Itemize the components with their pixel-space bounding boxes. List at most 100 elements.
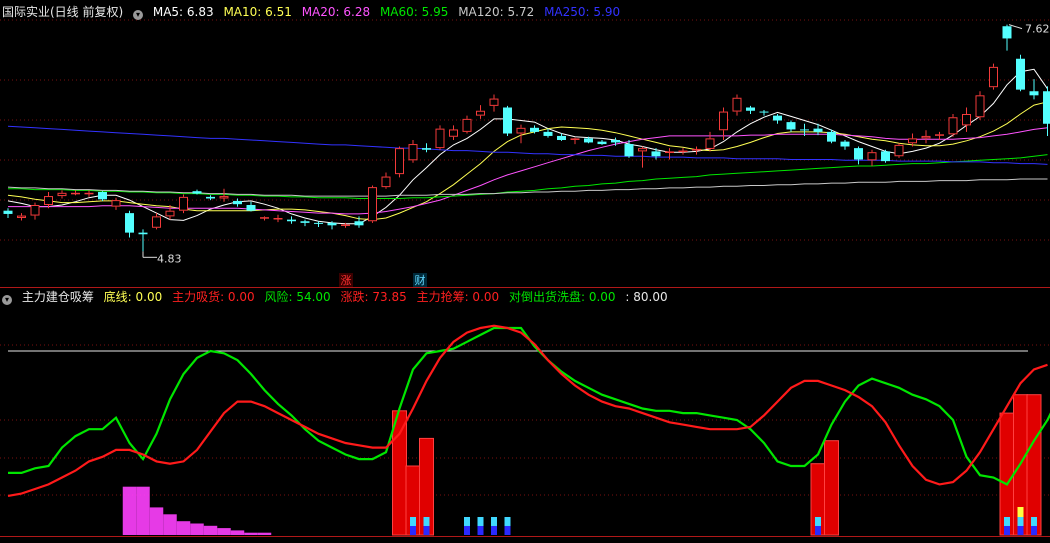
pink-bar — [136, 486, 150, 535]
blue-mark — [1031, 517, 1037, 526]
pink-bar — [163, 514, 177, 535]
red-bar — [999, 412, 1015, 536]
candle-body — [233, 200, 242, 205]
candle-body — [449, 129, 458, 137]
red-bar — [392, 410, 407, 536]
blue-mark — [423, 517, 430, 526]
candle-body — [462, 118, 472, 132]
main-candlestick-panel — [3, 24, 1050, 252]
candle-body — [638, 148, 647, 152]
candle-body — [341, 224, 350, 226]
blue-mark — [464, 526, 470, 535]
candle-body — [827, 131, 836, 142]
blue-mark — [410, 526, 416, 535]
candle-body — [111, 200, 121, 207]
candle-body — [867, 152, 877, 161]
candle-body — [773, 115, 782, 121]
grid-lines — [0, 19, 1050, 537]
candle-body — [368, 187, 377, 222]
candle-body — [125, 213, 134, 233]
candle-body — [813, 128, 823, 132]
candle-body — [584, 138, 593, 143]
yellow-mark — [1017, 507, 1024, 517]
candle-body — [395, 148, 404, 175]
candle-body — [894, 144, 904, 157]
candle-body — [381, 176, 391, 188]
blue-mark — [410, 517, 416, 526]
candle-body — [989, 66, 998, 88]
pink-bar — [149, 507, 164, 535]
cai-marker: 财 — [415, 273, 426, 287]
candle-body — [489, 98, 499, 106]
blue-mark — [464, 517, 470, 526]
ma20-line — [8, 127, 1048, 215]
blue-mark — [1004, 526, 1010, 535]
blue-mark — [477, 517, 484, 526]
blue-mark — [491, 517, 497, 526]
candle-body — [192, 191, 202, 194]
blue-mark — [815, 517, 821, 526]
indicator-panel — [7, 324, 1050, 536]
pink-bar — [230, 530, 245, 535]
blue-mark — [1017, 517, 1024, 526]
blue-mark — [815, 526, 821, 535]
candle-body — [314, 222, 323, 224]
candle-body — [260, 217, 269, 219]
candle-body — [165, 210, 175, 217]
candle-body — [1043, 91, 1050, 124]
pink-bar — [244, 532, 258, 535]
candle-body — [476, 110, 485, 116]
candle-body — [44, 196, 53, 205]
candle-body — [597, 141, 607, 145]
candle-body — [962, 114, 971, 126]
candle-body — [1016, 58, 1025, 90]
candle-body — [611, 140, 620, 143]
pink-bar — [122, 486, 137, 535]
candle-body — [84, 192, 94, 195]
candle-body — [57, 192, 67, 197]
candle-body — [651, 151, 661, 157]
candle-body — [948, 117, 958, 135]
candle-body — [98, 192, 107, 200]
candle-body — [516, 127, 526, 134]
ma120-line — [7, 178, 1048, 197]
candle-body — [179, 196, 188, 211]
candle-body — [975, 95, 985, 118]
blue-mark — [477, 526, 484, 535]
candle-body — [692, 148, 701, 151]
candle-body — [921, 135, 931, 139]
candle-body — [408, 144, 418, 161]
pink-bar — [217, 528, 231, 535]
candle-body — [759, 111, 769, 113]
candle-body — [327, 222, 337, 226]
pink-bar — [190, 523, 204, 535]
low-price-label: 4.83 — [157, 252, 182, 265]
candle-body — [530, 127, 539, 132]
candle-body — [300, 221, 310, 223]
blue-mark — [1031, 526, 1037, 535]
blue-mark — [504, 517, 511, 526]
candle-body — [624, 144, 634, 157]
candle-body — [138, 232, 148, 235]
annotations: 7.62 4.83 涨 财 — [142, 23, 1050, 287]
candle-body — [3, 210, 13, 214]
candle-body — [719, 111, 728, 131]
blue-mark — [1017, 526, 1024, 535]
pink-bar — [203, 525, 218, 535]
stock-chart[interactable]: 7.62 4.83 涨 财 — [0, 0, 1050, 543]
pink-bar — [176, 521, 191, 535]
candle-body — [273, 218, 283, 220]
zhang-marker: 涨 — [341, 274, 352, 287]
candle-body — [840, 141, 850, 147]
candle-body — [881, 151, 890, 162]
candle-body — [152, 216, 161, 228]
candle-body — [435, 128, 445, 149]
candle-body — [1029, 91, 1039, 96]
candle-body — [800, 129, 809, 131]
high-price-label: 7.62 — [1025, 23, 1050, 36]
ma5-line — [7, 68, 1048, 225]
candle-body — [206, 196, 215, 199]
candle-body — [1002, 26, 1012, 39]
candle-body — [935, 134, 944, 136]
candle-body — [246, 205, 256, 211]
